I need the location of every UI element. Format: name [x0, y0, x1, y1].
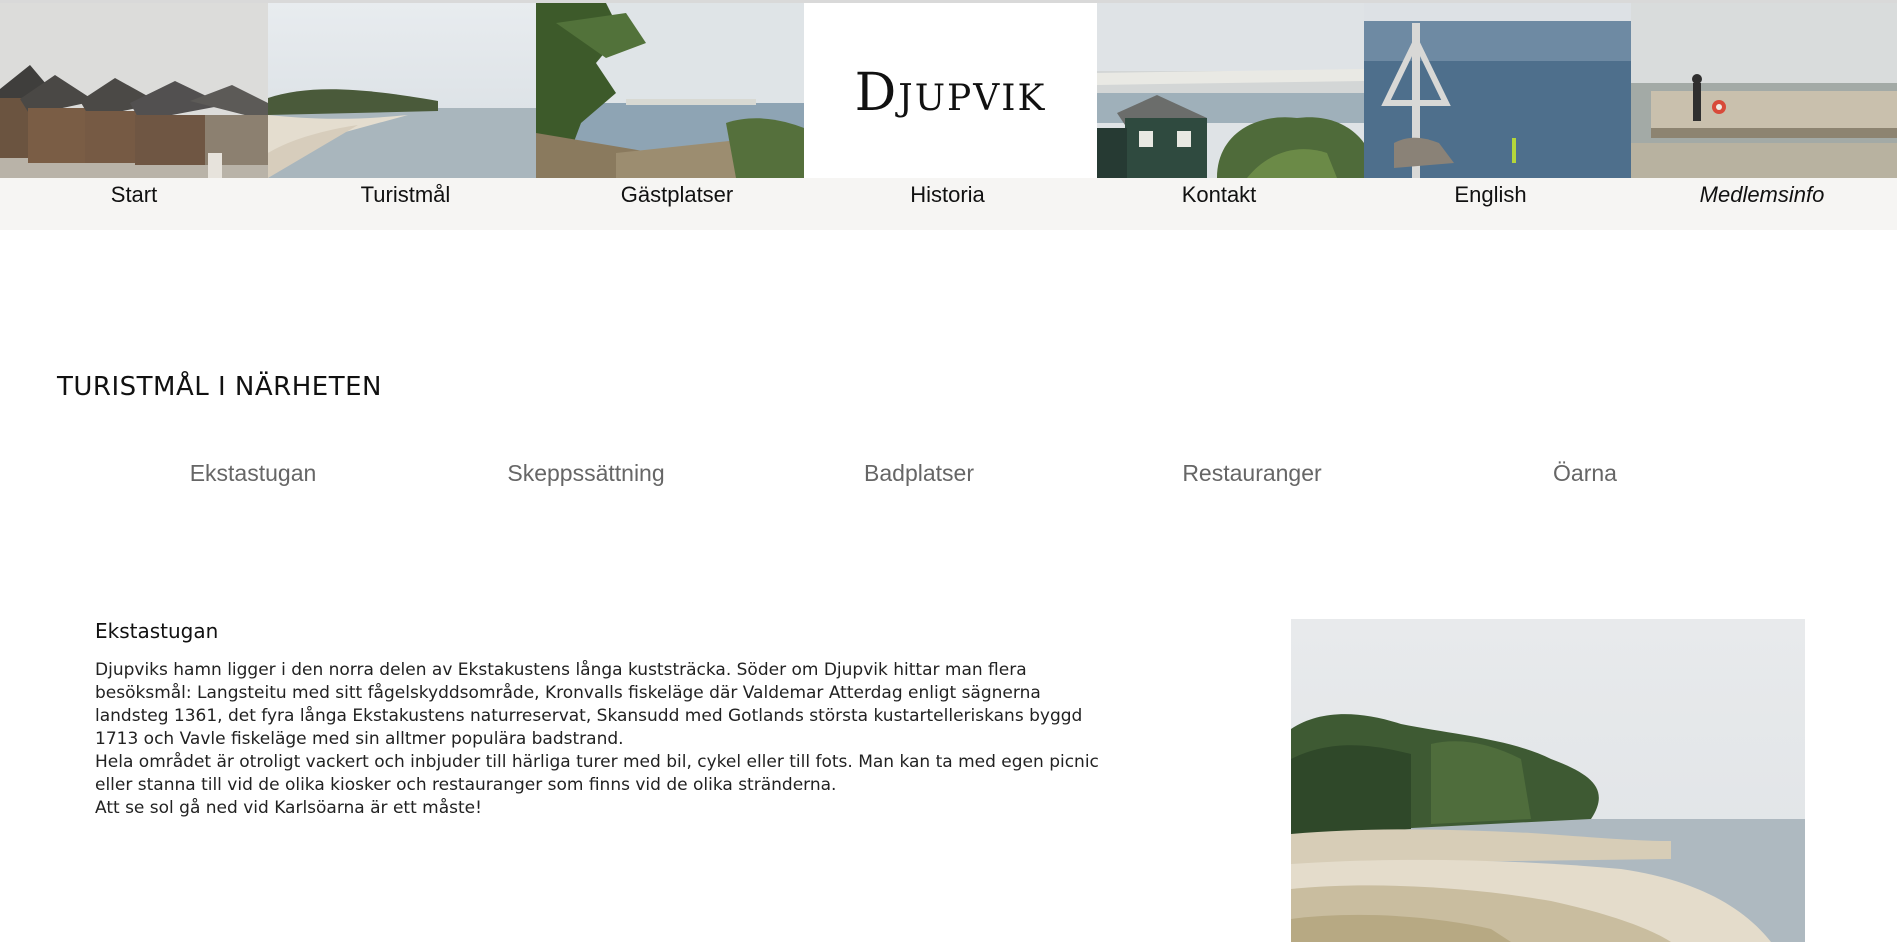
subnav-ekstastugan[interactable]: Ekstastugan — [190, 460, 317, 487]
beach-forest-photo — [1291, 619, 1805, 942]
sea-marker-photo[interactable] — [1364, 3, 1631, 178]
article-paragraph: Djupviks hamn ligger i den norra delen a… — [95, 660, 1083, 749]
nav-turistmal[interactable]: Turistmål — [268, 178, 543, 212]
subnav-skeppssattning[interactable]: Skeppssättning — [507, 460, 664, 487]
subnav-restauranger[interactable]: Restauranger — [1182, 460, 1321, 487]
article: Ekstastugan Djupviks hamn ligger i den n… — [95, 619, 1115, 820]
cottage-coast-photo[interactable] — [1097, 3, 1364, 178]
page-title: TURISTMÅL I NÄRHETEN — [57, 372, 382, 402]
pier-photo[interactable] — [1631, 3, 1897, 178]
subnav-badplatser[interactable]: Badplatser — [864, 460, 974, 487]
article-paragraph: Att se sol gå ned vid Karlsöarna är ett … — [95, 798, 482, 818]
logo[interactable]: Djupvik — [804, 3, 1097, 178]
article-heading: Ekstastugan — [95, 619, 219, 643]
site-logo-text: Djupvik — [854, 62, 1047, 123]
nav-start[interactable]: Start — [0, 178, 268, 212]
nav-kontakt[interactable]: Kontakt — [1084, 178, 1354, 212]
subnav: Ekstastugan Skeppssättning Badplatser Re… — [0, 460, 1897, 492]
beach-cabins-photo[interactable] — [0, 3, 268, 178]
nav-english[interactable]: English — [1354, 178, 1627, 212]
article-paragraph: Hela området är otroligt vackert och inb… — [95, 752, 1099, 795]
pine-tree-coast-photo[interactable] — [536, 3, 804, 178]
main-nav: Start Turistmål Gästplatser Historia Kon… — [0, 178, 1897, 230]
nav-historia[interactable]: Historia — [811, 178, 1084, 212]
subnav-oarna[interactable]: Öarna — [1553, 460, 1617, 487]
nav-gastplatser[interactable]: Gästplatser — [543, 178, 811, 212]
header-image-strip: Djupvik — [0, 3, 1897, 178]
nav-medlemsinfo[interactable]: Medlemsinfo — [1627, 178, 1897, 212]
coastline-photo[interactable] — [268, 3, 536, 178]
site-header: Djupvik Start Turistmål Gästplatser Hist… — [0, 3, 1897, 230]
